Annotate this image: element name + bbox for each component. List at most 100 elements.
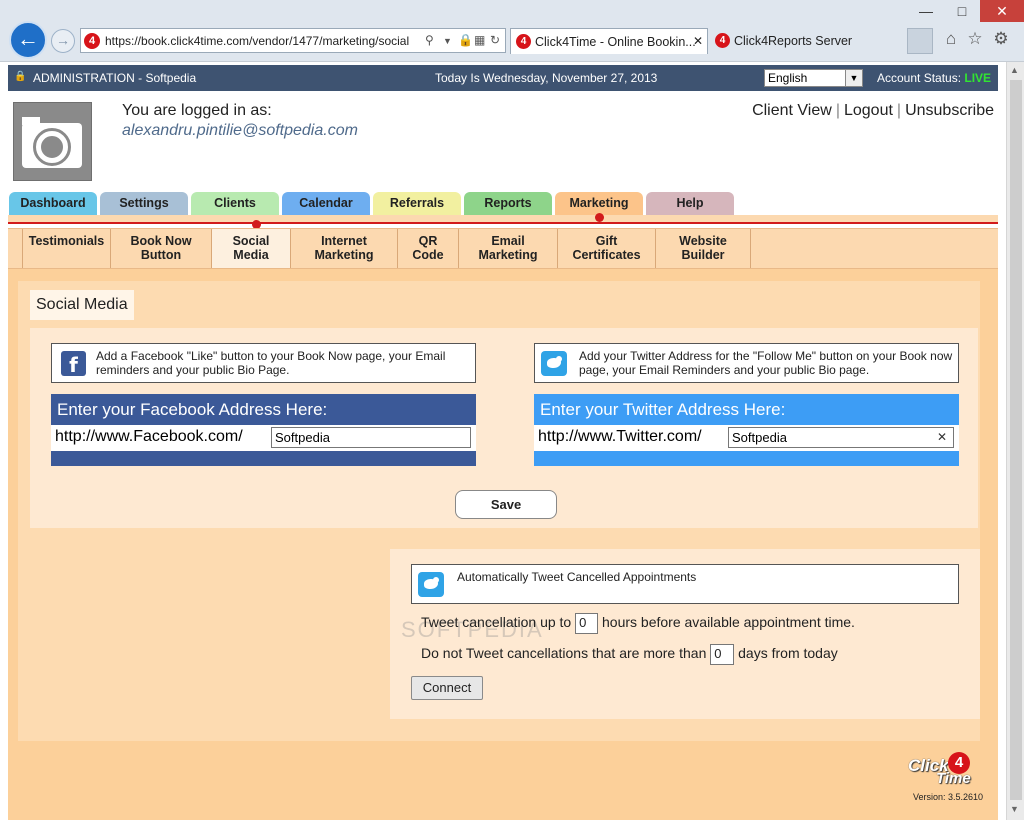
- subtab-email-marketing[interactable]: Email Marketing: [459, 229, 558, 268]
- compat-view-icon[interactable]: ▦: [474, 33, 485, 47]
- sub-nav: Testimonials Book Now Button Social Medi…: [8, 228, 998, 269]
- settings-gear-icon[interactable]: ⚙: [990, 28, 1012, 50]
- facebook-address-box: Enter your Facebook Address Here: http:/…: [51, 394, 476, 466]
- nav-red-line: [8, 222, 998, 224]
- lock-icon[interactable]: 🔒: [458, 33, 473, 47]
- tab-settings[interactable]: Settings: [100, 192, 188, 215]
- click4time-logo: Click 4 Time: [908, 752, 988, 788]
- tab-title: Click4Time - Online Bookin...: [535, 35, 696, 49]
- refresh-icon[interactable]: ↻: [490, 33, 500, 47]
- vertical-scrollbar[interactable]: ▲ ▼: [1006, 62, 1024, 820]
- twitter-address-box: Enter your Twitter Address Here: http://…: [534, 394, 959, 466]
- url-text[interactable]: https://book.click4time.com/vendor/1477/…: [105, 34, 423, 48]
- browser-chrome: — □ ✕ ← → 4 https://book.click4time.com/…: [0, 0, 1024, 62]
- subtab-label: QR: [418, 234, 438, 248]
- connect-button[interactable]: Connect: [411, 676, 483, 700]
- tweet-hours-pre: Tweet cancellation up to: [421, 614, 572, 631]
- tweet-days-pre: Do not Tweet cancellations that are more…: [421, 645, 707, 662]
- tab-marketing[interactable]: Marketing: [555, 192, 643, 215]
- maximize-button[interactable]: □: [944, 0, 980, 22]
- tweet-days-input[interactable]: 0: [710, 644, 735, 665]
- twitter-url-prefix: http://www.Twitter.com/: [538, 428, 702, 445]
- address-bar[interactable]: 4 https://book.click4time.com/vendor/147…: [80, 28, 506, 53]
- tab-help[interactable]: Help: [646, 192, 734, 215]
- twitter-address-row: http://www.Twitter.com/ Softpedia ✕: [534, 425, 959, 451]
- user-email: alexandru.pintilie@softpedia.com: [122, 122, 358, 139]
- camera-lens: [33, 128, 71, 166]
- new-tab-button[interactable]: [907, 28, 933, 54]
- home-icon[interactable]: ⌂: [940, 28, 962, 50]
- tab-referrals[interactable]: Referrals: [373, 192, 461, 215]
- tab-calendar[interactable]: Calendar: [282, 192, 370, 215]
- tab-favicon-icon: 4: [715, 33, 730, 48]
- twitter-info-box: Add your Twitter Address for the "Follow…: [534, 343, 959, 383]
- facebook-address-header: Enter your Facebook Address Here:: [57, 400, 328, 419]
- twitter-icon: [541, 351, 567, 376]
- twitter-address-value: Softpedia: [732, 430, 787, 445]
- search-icon[interactable]: ⚲: [425, 33, 434, 47]
- subtab-book-now-button[interactable]: Book Now Button: [111, 229, 212, 268]
- subtab-label: Book Now: [130, 234, 192, 248]
- tweet-info-box: Automatically Tweet Cancelled Appointmen…: [411, 564, 959, 604]
- logout-link[interactable]: Logout: [844, 102, 893, 119]
- subtab-website-builder[interactable]: Website Builder: [656, 229, 751, 268]
- close-window-button[interactable]: ✕: [980, 0, 1024, 22]
- clear-input-icon[interactable]: ✕: [937, 430, 947, 444]
- browser-tab-click4time[interactable]: 4 Click4Time - Online Bookin... ✕: [510, 28, 708, 54]
- tab-title: Click4Reports Server: [734, 34, 853, 48]
- facebook-url-prefix: http://www.Facebook.com/: [55, 428, 243, 445]
- subtab-label: Marketing: [478, 248, 538, 262]
- dropdown-arrow-icon[interactable]: ▼: [443, 36, 452, 46]
- twitter-info-text: Add your Twitter Address for the "Follow…: [579, 349, 953, 377]
- subtab-label: Marketing: [314, 248, 374, 262]
- scroll-up-icon[interactable]: ▲: [1010, 65, 1019, 75]
- logo-text-bottom: Time: [936, 770, 971, 787]
- facebook-address-row: http://www.Facebook.com/ Softpedia: [51, 425, 476, 451]
- subtab-gift-certificates[interactable]: Gift Certificates: [558, 229, 656, 268]
- back-button[interactable]: ←: [9, 21, 47, 59]
- facebook-icon: f: [61, 351, 86, 377]
- facebook-info-box: f Add a Facebook "Like" button to your B…: [51, 343, 476, 383]
- subtab-label: Code: [412, 248, 444, 262]
- tab-clients[interactable]: Clients: [191, 192, 279, 215]
- subtab-qr-code[interactable]: QR Code: [398, 229, 459, 268]
- facebook-info-text: Add a Facebook "Like" button to your Boo…: [96, 349, 446, 377]
- subtab-label: Button: [140, 248, 182, 262]
- subtab-label: Social: [232, 234, 270, 248]
- arrow-right-icon: →: [56, 32, 70, 48]
- twitter-address-input[interactable]: Softpedia ✕: [728, 427, 954, 448]
- favorites-star-icon[interactable]: ☆: [964, 28, 986, 50]
- twitter-icon: [418, 572, 444, 597]
- tweet-hours-post: hours before available appointment time.: [602, 614, 855, 631]
- unsubscribe-link[interactable]: Unsubscribe: [905, 102, 994, 119]
- forward-button[interactable]: →: [51, 29, 75, 53]
- subtab-social-media[interactable]: Social Media: [212, 229, 291, 268]
- subtab-internet-marketing[interactable]: Internet Marketing: [291, 229, 398, 268]
- separator: |: [896, 102, 902, 119]
- minimize-button[interactable]: —: [908, 0, 944, 22]
- tweet-hours-input[interactable]: 0: [575, 613, 599, 634]
- subtab-testimonials[interactable]: Testimonials: [22, 229, 111, 268]
- scroll-down-icon[interactable]: ▼: [1010, 804, 1019, 814]
- subtab-label: Certificates: [572, 248, 641, 262]
- page-title: Social Media: [30, 290, 134, 320]
- subtab-label: Builder: [681, 248, 725, 262]
- tab-band: [8, 215, 998, 222]
- active-tab-marker: [595, 213, 604, 222]
- scroll-thumb[interactable]: [1010, 80, 1022, 800]
- facebook-address-input[interactable]: Softpedia: [271, 427, 471, 448]
- subtab-label: Gift: [595, 234, 618, 248]
- arrow-left-icon: ←: [17, 26, 39, 51]
- tab-favicon-icon: 4: [516, 34, 531, 49]
- browser-tab-click4reports[interactable]: 4 Click4Reports Server: [710, 28, 906, 54]
- subtab-label: Internet: [321, 234, 367, 248]
- save-button[interactable]: Save: [455, 490, 557, 519]
- tab-reports[interactable]: Reports: [464, 192, 552, 215]
- logged-in-label: You are logged in as:: [122, 102, 272, 119]
- client-view-link[interactable]: Client View: [752, 102, 832, 119]
- avatar[interactable]: [13, 102, 92, 181]
- tab-close-icon[interactable]: ✕: [693, 34, 703, 48]
- tab-dashboard[interactable]: Dashboard: [9, 192, 97, 215]
- version-text: Version: 3.5.2610: [913, 792, 984, 802]
- tweet-hours-row: Tweet cancellation up to 0 hours before …: [421, 613, 855, 634]
